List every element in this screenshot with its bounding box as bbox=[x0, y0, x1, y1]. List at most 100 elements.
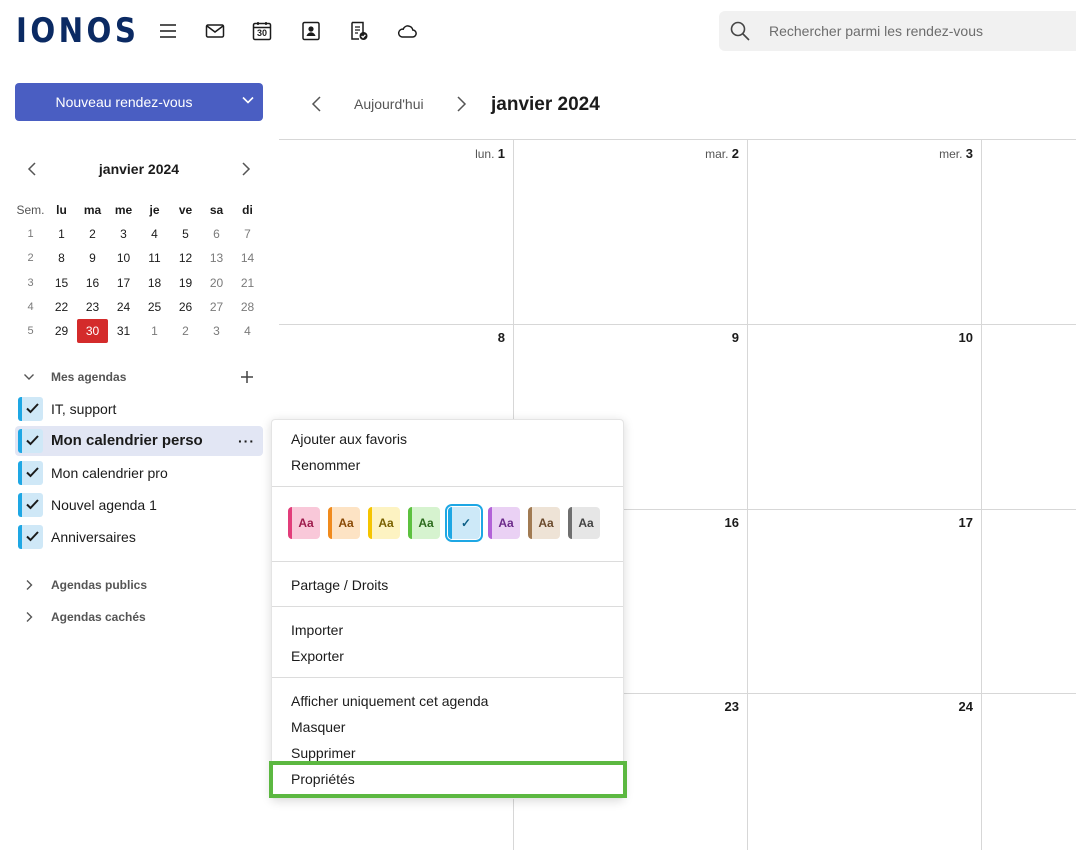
mini-calendar-today[interactable]: 30 bbox=[77, 318, 108, 343]
menu-divider bbox=[272, 486, 623, 487]
mini-calendar-day[interactable]: 1 bbox=[46, 222, 77, 246]
mini-calendar-day[interactable]: 4 bbox=[232, 319, 263, 343]
color-swatch[interactable]: Aa bbox=[368, 507, 400, 539]
chevron-right-icon[interactable] bbox=[23, 579, 35, 591]
mini-calendar-day[interactable]: 5 bbox=[170, 222, 201, 246]
contacts-icon[interactable] bbox=[300, 20, 322, 42]
calendar-list-item[interactable]: Mon calendrier perso ··· bbox=[15, 426, 263, 456]
mini-calendar-day[interactable]: 9 bbox=[77, 246, 108, 270]
day-label: 1 bbox=[151, 323, 158, 338]
my-calendars-header[interactable]: Mes agendas bbox=[15, 366, 263, 388]
color-swatch[interactable]: Aa bbox=[568, 507, 600, 539]
today-button[interactable]: Aujourd'hui bbox=[354, 94, 424, 114]
day-label: 19 bbox=[178, 275, 193, 290]
color-swatch[interactable]: Aa bbox=[528, 507, 560, 539]
chevron-left-icon[interactable] bbox=[309, 95, 325, 113]
color-swatch[interactable]: ✓ bbox=[445, 504, 483, 542]
menu-divider bbox=[272, 677, 623, 678]
mini-calendar-day[interactable]: 27 bbox=[201, 295, 232, 319]
chevron-right-icon[interactable] bbox=[239, 161, 253, 177]
chevron-down-icon[interactable] bbox=[23, 371, 35, 383]
mini-calendar-day[interactable]: 6 bbox=[201, 222, 232, 246]
menu-item-delete[interactable]: Supprimer bbox=[272, 740, 623, 766]
search-icon[interactable] bbox=[729, 20, 751, 42]
mini-calendar-day[interactable]: 4 bbox=[139, 222, 170, 246]
chevron-down-icon[interactable] bbox=[241, 93, 255, 107]
mini-calendar-day[interactable]: 11 bbox=[139, 246, 170, 270]
menu-item-import[interactable]: Importer bbox=[272, 617, 623, 643]
mini-calendar-day[interactable]: 3 bbox=[108, 222, 139, 246]
mini-calendar-day[interactable]: 10 bbox=[108, 246, 139, 270]
cloud-icon[interactable] bbox=[396, 20, 418, 42]
menu-item-hide[interactable]: Masquer bbox=[272, 714, 623, 740]
menu-item-show-only[interactable]: Afficher uniquement cet agenda bbox=[272, 688, 623, 714]
calendar-checkbox[interactable] bbox=[18, 525, 43, 549]
public-calendars-header[interactable]: Agendas publics bbox=[15, 574, 263, 596]
menu-icon[interactable] bbox=[157, 20, 179, 42]
mini-calendar-day[interactable]: 26 bbox=[170, 295, 201, 319]
calendar-icon[interactable]: 30 bbox=[251, 20, 273, 42]
hidden-calendars-header[interactable]: Agendas cachés bbox=[15, 606, 263, 628]
menu-item-properties[interactable]: Propriétés bbox=[272, 766, 623, 792]
swatch-label: Aa bbox=[338, 516, 354, 530]
mini-calendar-day[interactable]: 3 bbox=[201, 319, 232, 343]
mini-calendar-day[interactable]: 31 bbox=[108, 319, 139, 343]
mini-calendar-day[interactable]: 29 bbox=[46, 319, 77, 343]
color-swatch[interactable]: Aa bbox=[288, 507, 320, 539]
calendar-list-item[interactable]: Mon calendrier pro bbox=[15, 458, 263, 488]
mini-calendar-day[interactable]: 8 bbox=[46, 246, 77, 270]
color-swatch[interactable]: Aa bbox=[328, 507, 360, 539]
menu-item-add-favorites[interactable]: Ajouter aux favoris bbox=[272, 426, 623, 452]
mini-calendar-day[interactable]: 23 bbox=[77, 295, 108, 319]
mini-calendar-day[interactable]: 14 bbox=[232, 246, 263, 270]
mini-calendar-day[interactable]: 22 bbox=[46, 295, 77, 319]
mini-calendar-day[interactable]: 20 bbox=[201, 271, 232, 295]
day-cell-date[interactable]: 8 bbox=[279, 330, 505, 346]
mini-calendar-day[interactable]: 13 bbox=[201, 246, 232, 270]
calendar-checkbox[interactable] bbox=[18, 429, 43, 453]
mini-calendar-day[interactable]: 18 bbox=[139, 271, 170, 295]
mini-calendar-day[interactable]: 24 bbox=[108, 295, 139, 319]
mini-calendar-day[interactable]: 25 bbox=[139, 295, 170, 319]
menu-item-export[interactable]: Exporter bbox=[272, 643, 623, 669]
day-cell-date[interactable]: 24 bbox=[747, 699, 973, 715]
mini-calendar-day[interactable]: 2 bbox=[170, 319, 201, 343]
day-cell-date[interactable]: 9 bbox=[513, 330, 739, 346]
chevron-right-icon[interactable] bbox=[453, 95, 469, 113]
day-label: 8 bbox=[58, 251, 65, 266]
color-swatch[interactable]: Aa bbox=[408, 507, 440, 539]
mini-calendar-day[interactable]: 12 bbox=[170, 246, 201, 270]
new-appointment-button[interactable]: Nouveau rendez-vous bbox=[15, 83, 263, 121]
more-options-icon[interactable]: ··· bbox=[238, 426, 255, 456]
add-calendar-icon[interactable] bbox=[239, 369, 255, 385]
mini-calendar-day[interactable]: 21 bbox=[232, 271, 263, 295]
mini-calendar-day[interactable]: 19 bbox=[170, 271, 201, 295]
day-cell-date[interactable]: 10 bbox=[747, 330, 973, 346]
calendar-checkbox[interactable] bbox=[18, 461, 43, 485]
color-swatch[interactable]: Aa bbox=[488, 507, 520, 539]
menu-item-rename[interactable]: Renommer bbox=[272, 452, 623, 478]
ionos-logo[interactable]: IONOS bbox=[16, 13, 139, 49]
mail-icon[interactable] bbox=[204, 20, 226, 42]
day-cell-date[interactable]: 17 bbox=[747, 515, 973, 531]
mini-calendar-day[interactable]: 15 bbox=[46, 271, 77, 295]
mini-calendar-day[interactable]: 7 bbox=[232, 222, 263, 246]
day-label: 29 bbox=[54, 323, 69, 338]
weekday-header: me bbox=[114, 203, 133, 217]
mini-calendar-day[interactable]: 2 bbox=[77, 222, 108, 246]
day-label: 12 bbox=[178, 251, 193, 266]
chevron-right-icon[interactable] bbox=[23, 611, 35, 623]
calendar-list-item[interactable]: Anniversaires bbox=[15, 522, 263, 552]
mini-calendar-day[interactable]: 17 bbox=[108, 271, 139, 295]
mini-calendar-day[interactable]: 16 bbox=[77, 271, 108, 295]
search-input[interactable] bbox=[769, 11, 1069, 51]
mini-calendar-day[interactable]: 28 bbox=[232, 295, 263, 319]
calendar-checkbox[interactable] bbox=[18, 397, 43, 421]
calendar-list-item[interactable]: Nouvel agenda 1 bbox=[15, 490, 263, 520]
calendar-checkbox[interactable] bbox=[18, 493, 43, 517]
calendar-list-item[interactable]: IT, support bbox=[15, 394, 263, 424]
swatch-label: Aa bbox=[298, 516, 314, 530]
mini-calendar-day[interactable]: 1 bbox=[139, 319, 170, 343]
menu-item-sharing[interactable]: Partage / Droits bbox=[272, 572, 623, 598]
tasks-icon[interactable] bbox=[348, 20, 370, 42]
